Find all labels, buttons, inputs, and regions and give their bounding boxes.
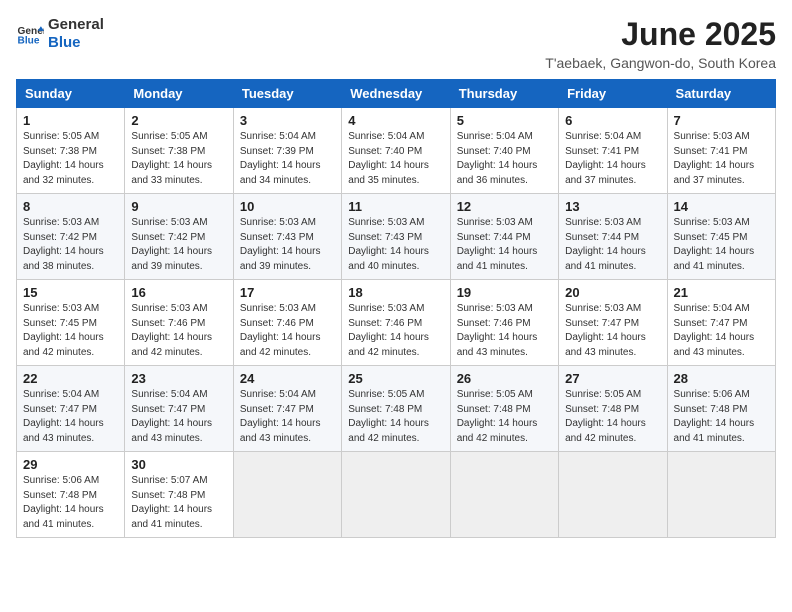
header: General Blue General Blue June 2025 T'ae… — [16, 16, 776, 71]
table-cell: 30Sunrise: 5:07 AMSunset: 7:48 PMDayligh… — [125, 452, 233, 538]
table-cell: 1Sunrise: 5:05 AMSunset: 7:38 PMDaylight… — [17, 108, 125, 194]
table-cell: 8Sunrise: 5:03 AMSunset: 7:42 PMDaylight… — [17, 194, 125, 280]
col-friday: Friday — [559, 80, 667, 108]
logo-general-text: General — [48, 16, 104, 34]
logo-blue-text: Blue — [48, 34, 104, 52]
col-thursday: Thursday — [450, 80, 558, 108]
table-cell: 10Sunrise: 5:03 AMSunset: 7:43 PMDayligh… — [233, 194, 341, 280]
col-tuesday: Tuesday — [233, 80, 341, 108]
table-cell — [667, 452, 775, 538]
table-cell: 18Sunrise: 5:03 AMSunset: 7:46 PMDayligh… — [342, 280, 450, 366]
table-cell: 2Sunrise: 5:05 AMSunset: 7:38 PMDaylight… — [125, 108, 233, 194]
week-row-3: 15Sunrise: 5:03 AMSunset: 7:45 PMDayligh… — [17, 280, 776, 366]
svg-text:Blue: Blue — [18, 35, 40, 46]
table-cell: 15Sunrise: 5:03 AMSunset: 7:45 PMDayligh… — [17, 280, 125, 366]
table-cell: 11Sunrise: 5:03 AMSunset: 7:43 PMDayligh… — [342, 194, 450, 280]
table-cell: 6Sunrise: 5:04 AMSunset: 7:41 PMDaylight… — [559, 108, 667, 194]
table-cell: 7Sunrise: 5:03 AMSunset: 7:41 PMDaylight… — [667, 108, 775, 194]
table-cell: 13Sunrise: 5:03 AMSunset: 7:44 PMDayligh… — [559, 194, 667, 280]
table-cell: 24Sunrise: 5:04 AMSunset: 7:47 PMDayligh… — [233, 366, 341, 452]
col-wednesday: Wednesday — [342, 80, 450, 108]
table-cell: 19Sunrise: 5:03 AMSunset: 7:46 PMDayligh… — [450, 280, 558, 366]
table-cell: 29Sunrise: 5:06 AMSunset: 7:48 PMDayligh… — [17, 452, 125, 538]
location-subtitle: T'aebaek, Gangwon-do, South Korea — [545, 55, 776, 71]
table-cell: 21Sunrise: 5:04 AMSunset: 7:47 PMDayligh… — [667, 280, 775, 366]
calendar-table: Sunday Monday Tuesday Wednesday Thursday… — [16, 79, 776, 538]
logo-icon: General Blue — [16, 20, 44, 48]
table-cell: 12Sunrise: 5:03 AMSunset: 7:44 PMDayligh… — [450, 194, 558, 280]
week-row-5: 29Sunrise: 5:06 AMSunset: 7:48 PMDayligh… — [17, 452, 776, 538]
col-sunday: Sunday — [17, 80, 125, 108]
table-cell: 17Sunrise: 5:03 AMSunset: 7:46 PMDayligh… — [233, 280, 341, 366]
title-area: June 2025 T'aebaek, Gangwon-do, South Ko… — [545, 16, 776, 71]
table-cell: 20Sunrise: 5:03 AMSunset: 7:47 PMDayligh… — [559, 280, 667, 366]
col-saturday: Saturday — [667, 80, 775, 108]
table-cell — [342, 452, 450, 538]
table-cell: 26Sunrise: 5:05 AMSunset: 7:48 PMDayligh… — [450, 366, 558, 452]
table-cell: 9Sunrise: 5:03 AMSunset: 7:42 PMDaylight… — [125, 194, 233, 280]
table-cell: 28Sunrise: 5:06 AMSunset: 7:48 PMDayligh… — [667, 366, 775, 452]
table-cell — [450, 452, 558, 538]
week-row-1: 1Sunrise: 5:05 AMSunset: 7:38 PMDaylight… — [17, 108, 776, 194]
table-cell: 25Sunrise: 5:05 AMSunset: 7:48 PMDayligh… — [342, 366, 450, 452]
table-cell — [559, 452, 667, 538]
month-title: June 2025 — [545, 16, 776, 53]
col-monday: Monday — [125, 80, 233, 108]
table-cell: 22Sunrise: 5:04 AMSunset: 7:47 PMDayligh… — [17, 366, 125, 452]
header-row: Sunday Monday Tuesday Wednesday Thursday… — [17, 80, 776, 108]
logo: General Blue General Blue — [16, 16, 104, 52]
table-cell: 23Sunrise: 5:04 AMSunset: 7:47 PMDayligh… — [125, 366, 233, 452]
table-cell: 16Sunrise: 5:03 AMSunset: 7:46 PMDayligh… — [125, 280, 233, 366]
table-cell: 5Sunrise: 5:04 AMSunset: 7:40 PMDaylight… — [450, 108, 558, 194]
table-cell: 4Sunrise: 5:04 AMSunset: 7:40 PMDaylight… — [342, 108, 450, 194]
week-row-4: 22Sunrise: 5:04 AMSunset: 7:47 PMDayligh… — [17, 366, 776, 452]
table-cell: 3Sunrise: 5:04 AMSunset: 7:39 PMDaylight… — [233, 108, 341, 194]
table-cell — [233, 452, 341, 538]
table-cell: 27Sunrise: 5:05 AMSunset: 7:48 PMDayligh… — [559, 366, 667, 452]
table-cell: 14Sunrise: 5:03 AMSunset: 7:45 PMDayligh… — [667, 194, 775, 280]
week-row-2: 8Sunrise: 5:03 AMSunset: 7:42 PMDaylight… — [17, 194, 776, 280]
